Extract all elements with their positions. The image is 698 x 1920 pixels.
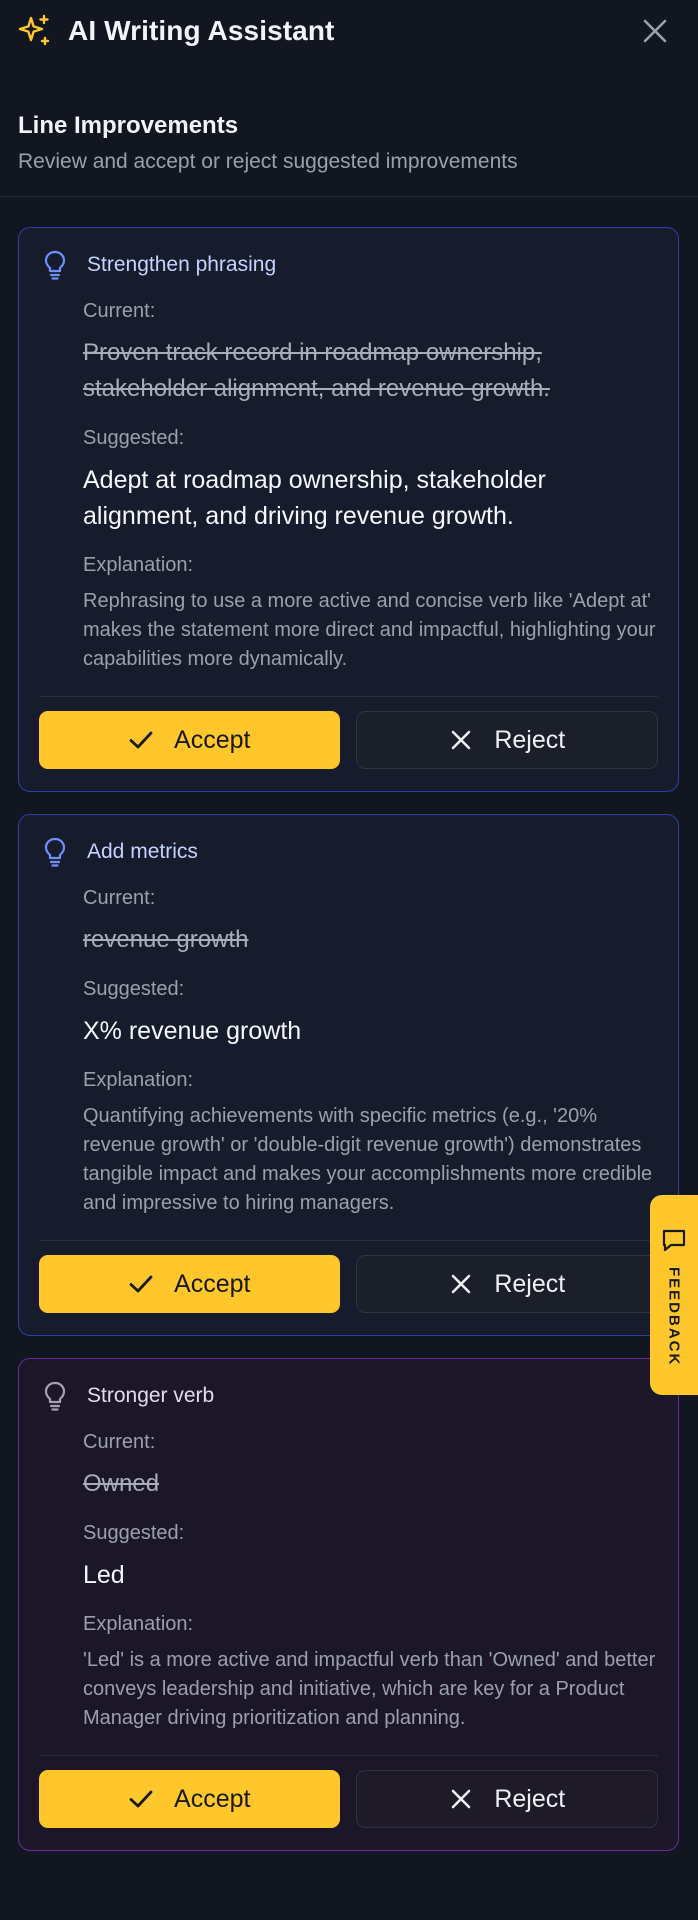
suggested-text: Led: [83, 1561, 125, 1589]
suggested-text: Adept at roadmap ownership, stakeholder …: [83, 466, 546, 530]
chat-bubble-icon: [661, 1227, 687, 1253]
check-icon: [128, 727, 154, 753]
suggested-label: Suggested:: [83, 427, 185, 449]
actions-divider: [39, 696, 658, 697]
panel-title: AI Writing Assistant: [68, 15, 335, 46]
close-icon[interactable]: [640, 16, 670, 46]
accept-label: Accept: [174, 725, 251, 754]
lightbulb-icon: [43, 250, 67, 280]
suggestion-card: Stronger verb Current: Owned Suggested: …: [18, 1358, 679, 1851]
suggestion-card: Strengthen phrasing Current: Proven trac…: [18, 227, 679, 792]
explanation-label: Explanation:: [83, 1069, 194, 1091]
card-body: Current: Owned Suggested: Led Explanatio…: [39, 1431, 658, 1733]
card-title: Strengthen phrasing: [87, 253, 277, 276]
reject-button[interactable]: Reject: [355, 711, 658, 769]
reject-label: Reject: [494, 725, 566, 754]
current-text: Proven track record in roadmap ownership…: [83, 339, 550, 402]
current-text: Owned: [83, 1470, 160, 1497]
explanation-text: 'Led' is a more active and impactful ver…: [83, 1649, 656, 1729]
close-icon: [448, 1271, 474, 1297]
card-title: Stronger verb: [87, 1384, 215, 1407]
close-icon: [448, 727, 474, 753]
close-icon: [448, 1786, 474, 1812]
section-header: Line Improvements Review and accept or r…: [0, 62, 698, 174]
suggestion-list: Strengthen phrasing Current: Proven trac…: [0, 197, 698, 1851]
reject-label: Reject: [494, 1784, 566, 1813]
explanation-text: Quantifying achievements with specific m…: [83, 1105, 653, 1214]
suggested-text: X% revenue growth: [83, 1017, 302, 1045]
explanation-label: Explanation:: [83, 554, 194, 576]
lightbulb-icon: [43, 1381, 67, 1411]
card-actions: Accept Reject: [39, 1770, 658, 1828]
card-title: Add metrics: [87, 840, 198, 863]
explanation-text: Rephrasing to use a more active and conc…: [83, 590, 656, 670]
card-header: Strengthen phrasing: [39, 250, 658, 280]
section-subtitle: Review and accept or reject suggested im…: [18, 150, 518, 173]
sparkle-icon: [18, 14, 52, 48]
card-actions: Accept Reject: [39, 1255, 658, 1313]
feedback-label: FEEDBACK: [665, 1267, 683, 1367]
current-label: Current:: [83, 1431, 156, 1453]
accept-label: Accept: [174, 1269, 251, 1298]
reject-label: Reject: [494, 1269, 566, 1298]
explanation-label: Explanation:: [83, 1613, 194, 1635]
check-icon: [128, 1271, 154, 1297]
reject-button[interactable]: Reject: [355, 1255, 658, 1313]
feedback-tab[interactable]: FEEDBACK: [650, 1195, 698, 1395]
suggestion-card: Add metrics Current: revenue growth Sugg…: [18, 814, 679, 1336]
current-label: Current:: [83, 300, 156, 322]
card-actions: Accept Reject: [39, 711, 658, 769]
check-icon: [128, 1786, 154, 1812]
current-text: revenue growth: [83, 926, 249, 953]
actions-divider: [39, 1755, 658, 1756]
panel-header: AI Writing Assistant: [0, 0, 698, 62]
accept-label: Accept: [174, 1784, 251, 1813]
lightbulb-icon: [43, 837, 67, 867]
current-label: Current:: [83, 887, 156, 909]
suggested-label: Suggested:: [83, 978, 185, 1000]
reject-button[interactable]: Reject: [355, 1770, 658, 1828]
card-header: Stronger verb: [39, 1381, 658, 1411]
card-body: Current: revenue growth Suggested: X% re…: [39, 887, 658, 1218]
section-title: Line Improvements: [18, 112, 239, 139]
accept-button[interactable]: Accept: [39, 1770, 340, 1828]
card-body: Current: Proven track record in roadmap …: [39, 300, 658, 674]
suggested-label: Suggested:: [83, 1522, 185, 1544]
actions-divider: [39, 1240, 658, 1241]
accept-button[interactable]: Accept: [39, 711, 340, 769]
card-header: Add metrics: [39, 837, 658, 867]
accept-button[interactable]: Accept: [39, 1255, 340, 1313]
ai-writing-assistant-panel: AI Writing Assistant Line Improvements R…: [0, 0, 698, 1920]
